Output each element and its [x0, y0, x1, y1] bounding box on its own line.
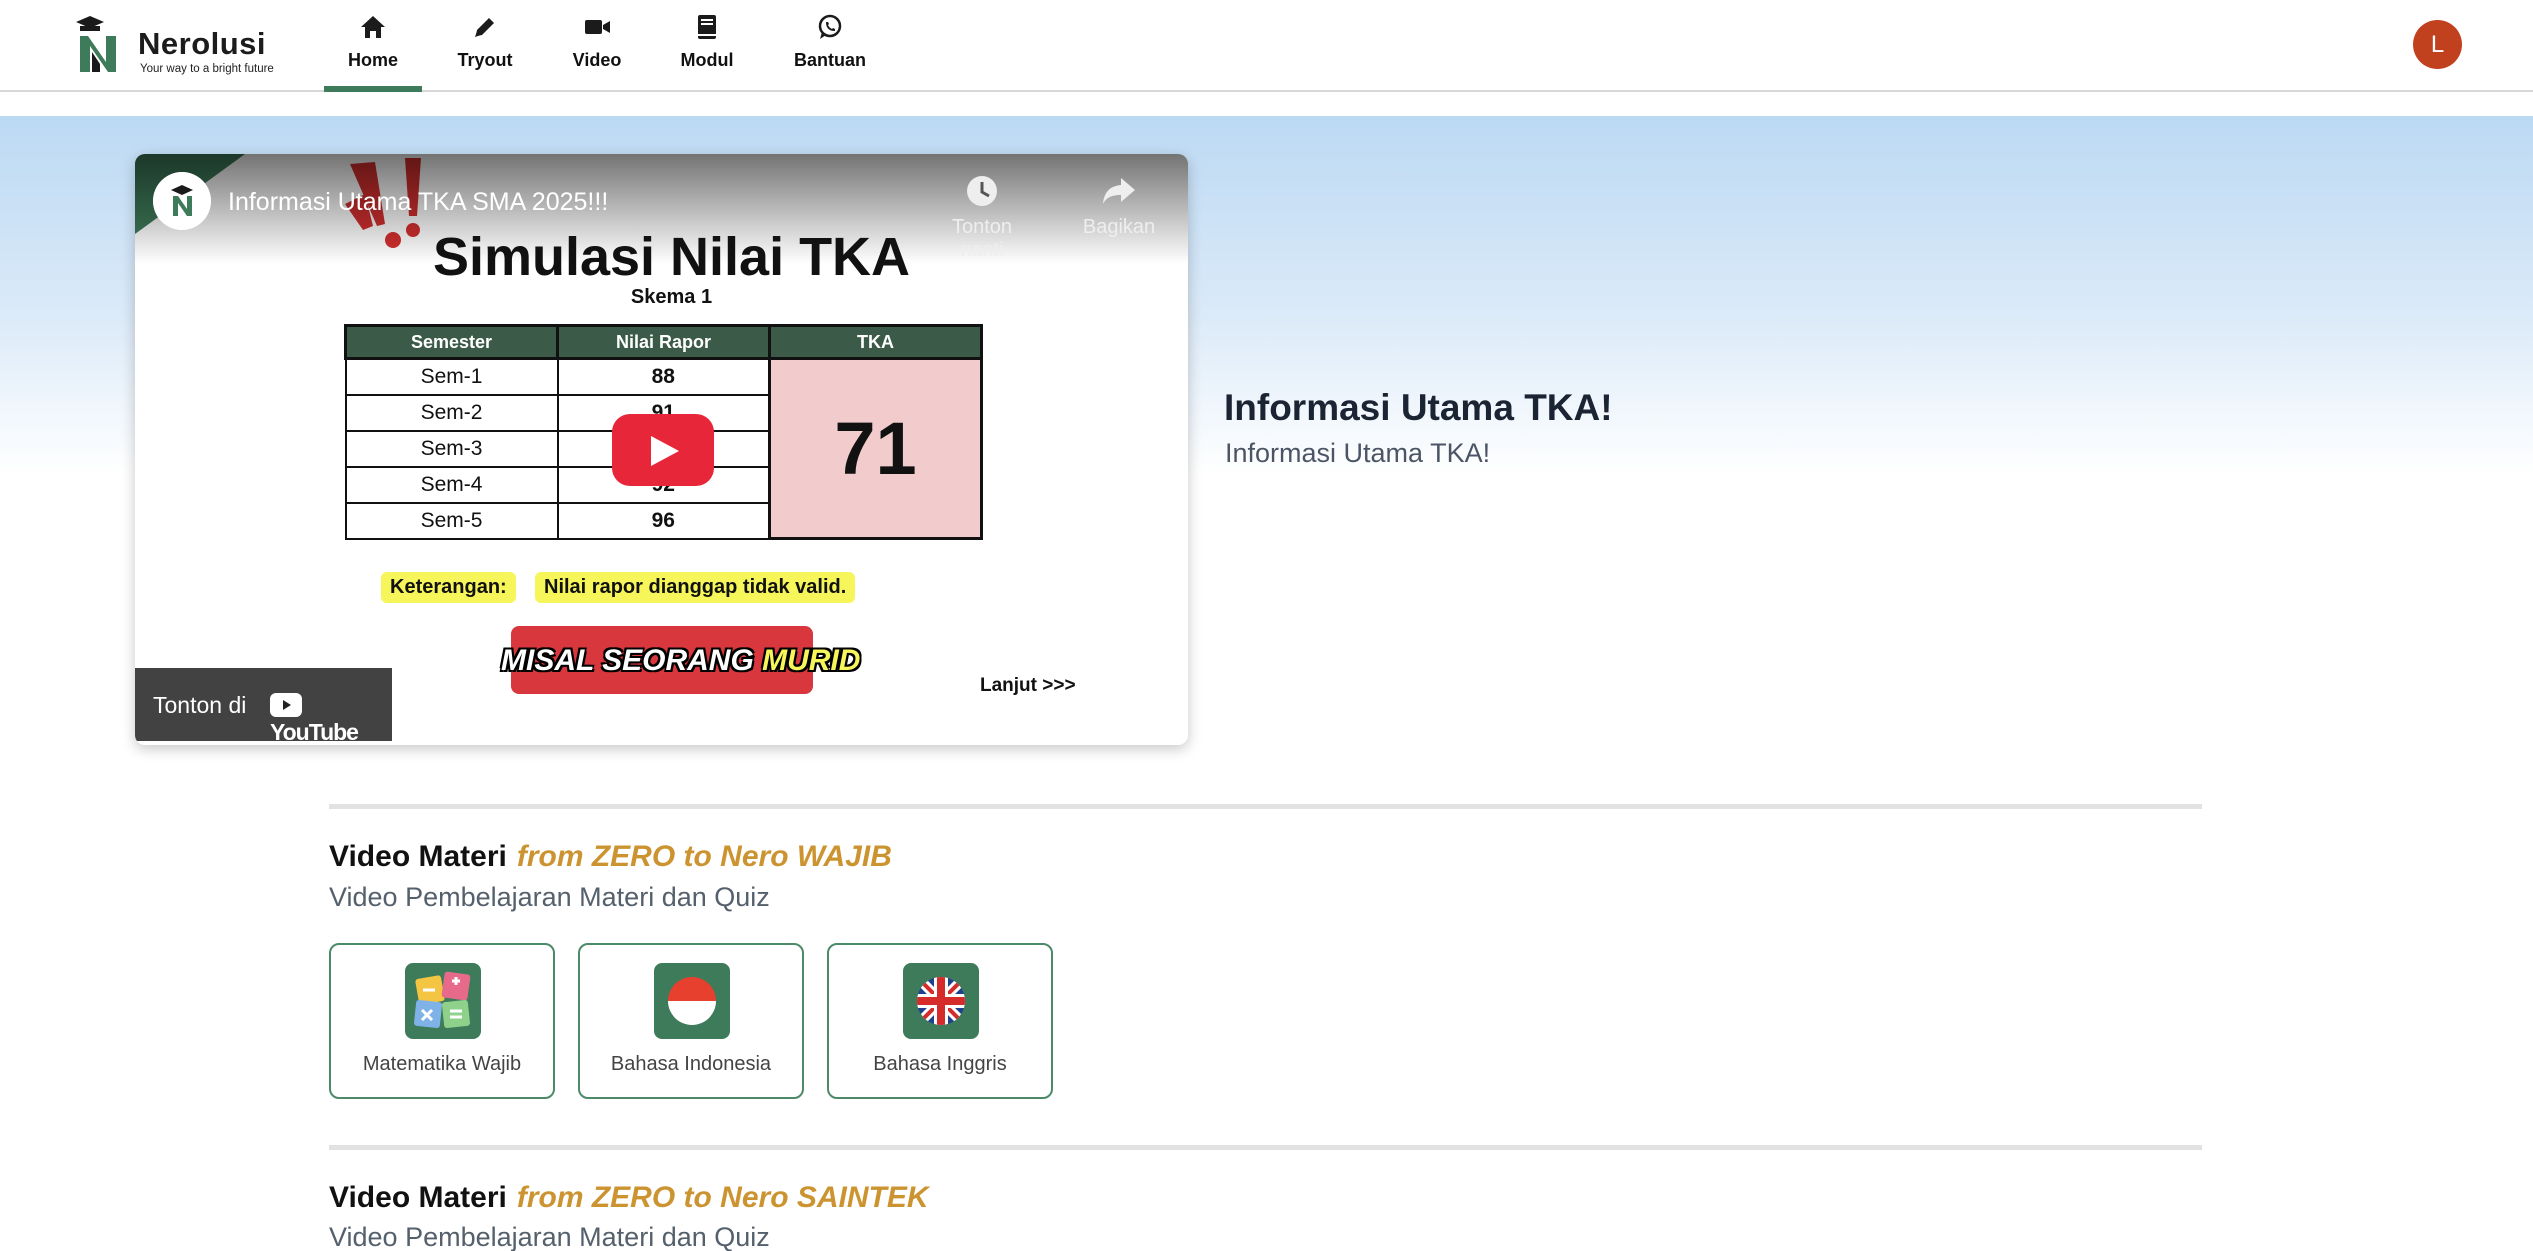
user-avatar[interactable]: L: [2413, 20, 2462, 69]
table-row: Sem-1 88 71: [344, 357, 983, 540]
clock-icon: [967, 176, 997, 206]
nerolusi-logo-icon: [76, 16, 116, 72]
nav-bantuan-label: Bantuan: [794, 50, 866, 70]
video-title[interactable]: Informasi Utama TKA SMA 2025!!!: [228, 188, 608, 217]
card-label: Bahasa Indonesia: [610, 1053, 772, 1075]
table-header-semester: Semester: [344, 324, 559, 360]
video-camera-icon: [585, 20, 610, 34]
section-divider: [329, 1145, 2202, 1150]
semester-cell: Sem-3: [344, 429, 559, 468]
nilai-cell: 96: [556, 501, 771, 540]
next-hint: Lanjut >>>: [980, 675, 1076, 696]
hero-title: Informasi Utama TKA!: [1224, 387, 1613, 428]
semester-cell: Sem-5: [344, 501, 559, 540]
card-bahasa-indonesia[interactable]: Bahasa Indonesia: [578, 943, 804, 1099]
watch-on-youtube-button[interactable]: Tonton di YouTube: [135, 668, 392, 745]
share-arrow-icon: [1103, 178, 1135, 204]
uk-flag-icon: [903, 963, 979, 1039]
note-text: Nilai rapor dianggap tidak valid.: [535, 572, 856, 603]
brand-logo[interactable]: Nerolusi Your way to a bright future: [70, 10, 290, 76]
card-matematika-wajib[interactable]: Matematika Wajib: [329, 943, 555, 1099]
math-icon: [405, 963, 481, 1039]
banner-text: MISAL SEORANG MURID: [501, 644, 861, 677]
section-divider: [329, 804, 2202, 809]
whatsapp-icon: [818, 14, 842, 39]
indonesia-flag-icon: [654, 963, 730, 1039]
table-header-tka: TKA: [768, 324, 983, 360]
thumbnail-scheme: Skema 1: [630, 286, 713, 308]
nilai-cell: 88: [556, 357, 771, 396]
tka-score: 71: [768, 357, 983, 540]
section-title-text: Video Materi: [329, 1181, 507, 1214]
section-title-text: Video Materi: [329, 840, 507, 873]
section-title-accent: from ZERO to Nero SAINTEK: [516, 1181, 929, 1214]
thumbnail-banner: MISAL SEORANG MURID: [501, 626, 860, 694]
section-title-saintek: Video Materi from ZERO to Nero SAINTEK: [329, 1181, 929, 1215]
semester-cell: Sem-1: [344, 357, 559, 396]
nav-modul[interactable]: Modul: [672, 12, 742, 92]
watch-on-label: Tonton di: [153, 692, 247, 718]
note-label: Keterangan:: [381, 572, 516, 603]
youtube-wordmark: YouTube: [270, 719, 359, 745]
top-navbar: Nerolusi Your way to a bright future Hom…: [0, 0, 2533, 92]
table-header-nilai: Nilai Rapor: [556, 324, 771, 360]
nav-home-label: Home: [347, 50, 398, 70]
card-label: Bahasa Inggris: [873, 1053, 1007, 1075]
home-icon: [361, 16, 385, 38]
section-title-accent: from ZERO to Nero WAJIB: [516, 840, 892, 873]
semester-cell: Sem-4: [344, 465, 559, 504]
thumbnail-heading: Simulasi Nilai TKA: [432, 227, 911, 287]
brand-tagline: Your way to a bright future: [140, 63, 274, 75]
channel-avatar-icon[interactable]: [153, 172, 211, 230]
nav-tryout[interactable]: Tryout: [450, 12, 520, 92]
section-subtitle: Video Pembelajaran Materi dan Quiz: [329, 1222, 770, 1251]
nav-home[interactable]: Home: [324, 12, 422, 92]
section-title-wajib: Video Materi from ZERO to Nero WAJIB: [329, 840, 892, 874]
pencil-icon: [475, 18, 494, 37]
nav-video-label: Video: [572, 50, 622, 70]
banner-highlight: MURID: [762, 644, 861, 677]
youtube-play-icon: [270, 693, 302, 717]
card-bahasa-inggris[interactable]: Bahasa Inggris: [827, 943, 1053, 1099]
card-label: Matematika Wajib: [362, 1053, 522, 1075]
section-subtitle: Video Pembelajaran Materi dan Quiz: [329, 882, 770, 912]
hero-subtitle: Informasi Utama TKA!: [1225, 438, 1491, 468]
book-icon: [698, 15, 716, 39]
play-button[interactable]: [612, 414, 714, 486]
youtube-video-embed[interactable]: Informasi Utama TKA SMA 2025!!! Tonton n…: [135, 154, 1188, 745]
youtube-logo: YouTube: [270, 692, 392, 745]
nav-video[interactable]: Video: [562, 12, 632, 92]
nav-bantuan[interactable]: Bantuan: [784, 12, 876, 92]
nav-modul-label: Modul: [680, 50, 734, 70]
semester-cell: Sem-2: [344, 393, 559, 432]
nav-tryout-label: Tryout: [457, 50, 513, 70]
brand-name: Nerolusi: [138, 26, 267, 61]
